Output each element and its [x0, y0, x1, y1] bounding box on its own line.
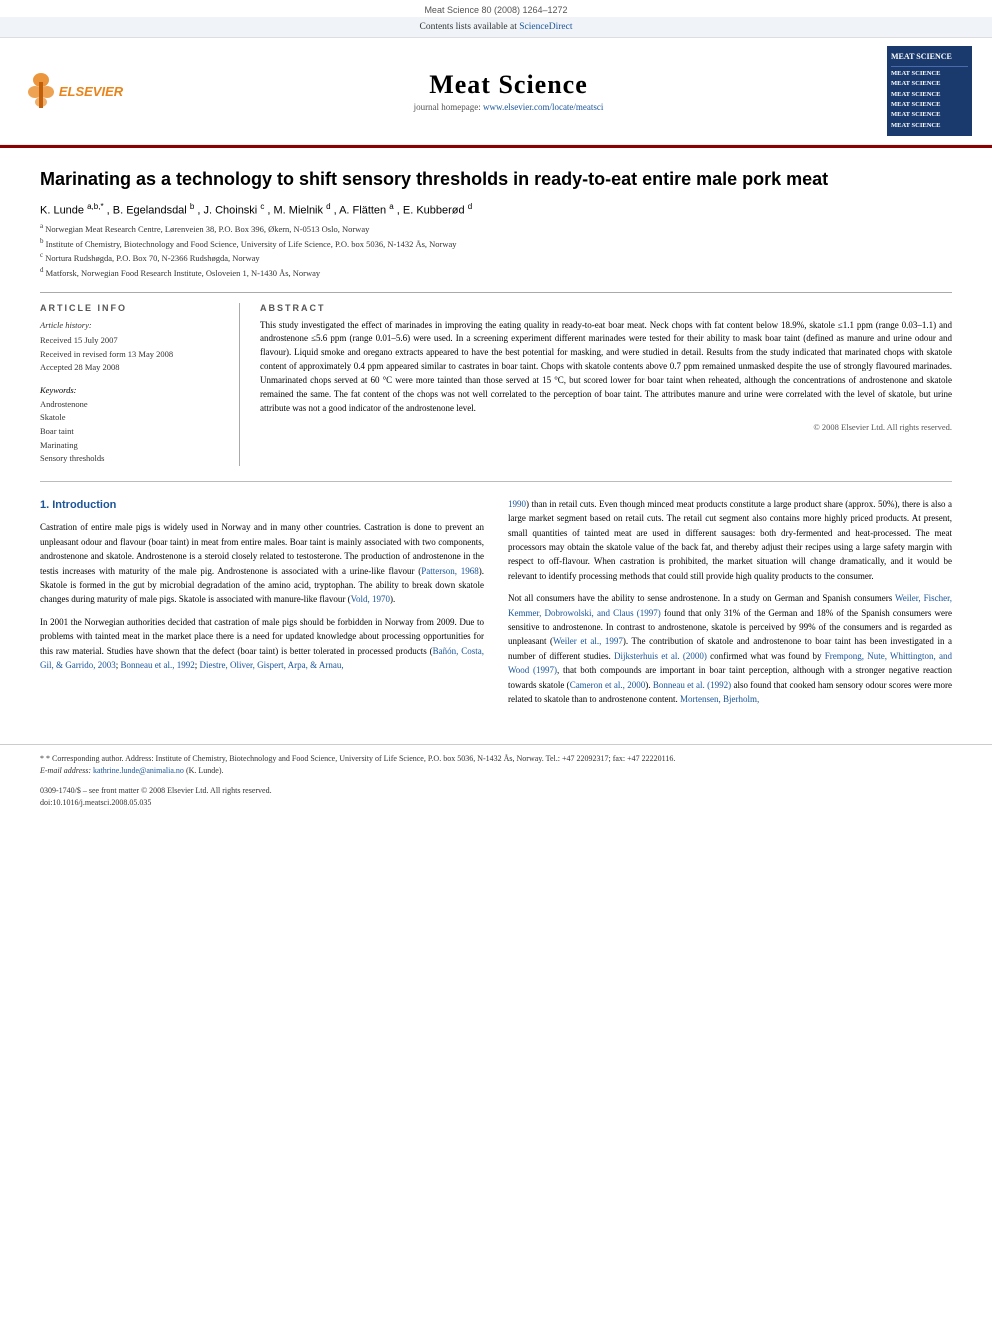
ref-patterson[interactable]: Patterson, 1968	[421, 566, 479, 576]
author-mielnik: M. Mielnik	[274, 204, 327, 216]
logo-repeat-5: MEAT SCIENCE	[891, 111, 940, 118]
author-choinski: J. Choinski	[203, 204, 260, 216]
abstract-label: ABSTRACT	[260, 303, 952, 313]
author-sup-a: a,b,*	[87, 202, 103, 211]
ref-mortensen[interactable]: Mortensen, Bjerholm,	[680, 694, 759, 704]
history-label: Article history:	[40, 319, 224, 333]
ref-1990[interactable]: 1990	[508, 499, 526, 509]
author-egelandsdal: B. Egelandsdal	[113, 204, 190, 216]
elsevier-logo-area: ELSEVIER	[20, 72, 130, 110]
intro-section-title: 1. Introduction	[40, 497, 484, 515]
keyword-skatole: Skatole	[40, 411, 224, 425]
logo-title: MEAT SCIENCE	[891, 51, 968, 67]
keywords-label: Keywords:	[40, 385, 224, 396]
footnote-email-line: E-mail address: kathrine.lunde@animalia.…	[40, 765, 952, 777]
email-label: E-mail address:	[40, 766, 91, 775]
info-abstract-section: ARTICLE INFO Article history: Received 1…	[40, 292, 952, 466]
copyright: © 2008 Elsevier Ltd. All rights reserved…	[260, 422, 952, 432]
footer-spacer	[40, 777, 952, 785]
body-col-right: 1990) than in retail cuts. Even though m…	[508, 497, 952, 714]
intro-col2-para2: Not all consumers have the ability to se…	[508, 591, 952, 706]
homepage-label: journal homepage:	[414, 102, 481, 112]
article-title: Marinating as a technology to shift sens…	[40, 168, 952, 191]
journal-meta: Meat Science 80 (2008) 1264–1272	[424, 5, 567, 15]
journal-homepage-line: journal homepage: www.elsevier.com/locat…	[130, 102, 887, 112]
elsevier-tree-icon	[27, 72, 55, 110]
author-sup-b: b	[190, 202, 194, 211]
doi-line: doi:10.1016/j.meatsci.2008.05.035	[40, 797, 952, 809]
abstract-col: ABSTRACT This study investigated the eff…	[260, 303, 952, 466]
article-info-col: ARTICLE INFO Article history: Received 1…	[40, 303, 240, 466]
keywords-section: Keywords: Androstenone Skatole Boar tain…	[40, 385, 224, 466]
logo-repeat-1: MEAT SCIENCE	[891, 70, 940, 77]
author-sup-e: a	[389, 202, 393, 211]
accepted-date: Accepted 28 May 2008	[40, 361, 224, 375]
article-info-label: ARTICLE INFO	[40, 303, 224, 313]
article-content: Marinating as a technology to shift sens…	[0, 148, 992, 734]
keyword-androstenone: Androstenone	[40, 398, 224, 412]
article-authors: K. Lunde a,b,* , B. Egelandsdal b , J. C…	[40, 202, 952, 217]
author-lunde: K. Lunde	[40, 204, 87, 216]
ref-frempong[interactable]: Frempong, Nute, Whitting­ton, and Wood (…	[508, 651, 952, 675]
author-sup-d: d	[326, 202, 330, 211]
received-revised-date: Received in revised form 13 May 2008	[40, 348, 224, 362]
body-content: 1. Introduction Castration of entire mal…	[40, 497, 952, 714]
article-history: Article history: Received 15 July 2007 R…	[40, 319, 224, 375]
author-flatten: A. Flätten	[339, 204, 389, 216]
abstract-text: This study investigated the effect of ma…	[260, 319, 952, 417]
ref-bonneau1992[interactable]: Bonneau et al., 1992	[121, 660, 195, 670]
logo-repeat-2: MEAT SCIENCE	[891, 80, 940, 87]
author-sup-c: c	[260, 202, 264, 211]
ref-diestre[interactable]: Diestre, Oliver, Gispert, Arpa, & Arnau,	[200, 660, 344, 670]
elsevier-name: ELSEVIER	[59, 84, 123, 99]
ref-vold[interactable]: Vold, 1970	[351, 594, 390, 604]
journal-title: Meat Science	[130, 70, 887, 100]
journal-citation: Meat Science 80 (2008) 1264–1272	[0, 0, 992, 17]
keyword-marinating: Marinating	[40, 439, 224, 453]
intro-col2-para1: 1990) than in retail cuts. Even though m…	[508, 497, 952, 583]
keyword-boar-taint: Boar taint	[40, 425, 224, 439]
article-footer: * * Corresponding author. Address: Insti…	[0, 744, 992, 817]
page: Meat Science 80 (2008) 1264–1272 Content…	[0, 0, 992, 1323]
logo-repeat-6: MEAT SCIENCE	[891, 122, 940, 129]
logo-row: ELSEVIER Meat Science journal homepage: …	[0, 38, 992, 145]
meat-science-logo: MEAT SCIENCE MEAT SCIENCE MEAT SCIENCE M…	[887, 46, 972, 136]
journal-header: Contents lists available at ScienceDirec…	[0, 17, 992, 148]
ref-weiler2[interactable]: Weiler et al., 1997	[553, 636, 623, 646]
author-kubberod: E. Kubberød	[403, 204, 468, 216]
affil-a: a Norwegian Meat Research Centre, Lørenv…	[40, 221, 952, 236]
elsevier-brand: ELSEVIER	[20, 72, 130, 110]
issn-line: 0309-1740/$ – see front matter © 2008 El…	[40, 785, 952, 797]
footnote-text: * Corresponding author. Address: Institu…	[46, 754, 675, 763]
received-date: Received 15 July 2007	[40, 334, 224, 348]
contents-label: Contents lists available at	[419, 22, 516, 32]
logo-repeat-4: MEAT SCIENCE	[891, 101, 940, 108]
email-suffix: (K. Lunde).	[186, 766, 224, 775]
email-link[interactable]: kathrine.lunde@animalia.no	[93, 766, 184, 775]
affil-b: b Institute of Chemistry, Biotechnology …	[40, 236, 952, 251]
homepage-url[interactable]: www.elsevier.com/locate/meatsci	[483, 102, 603, 112]
author-sup-f: d	[468, 202, 472, 211]
ref-bonneau2[interactable]: Bonneau et al. (1992)	[653, 680, 731, 690]
keywords-label-text: Keywords:	[40, 385, 77, 395]
ref-weiler[interactable]: Weiler, Fischer, Kemmer, Dobrowolski, an…	[508, 593, 952, 617]
ref-dijksterhuis[interactable]: Dijksterhuis et al. (2000)	[614, 651, 707, 661]
affil-c: c Nortura Rudshøgda, P.O. Box 70, N-2366…	[40, 250, 952, 265]
sciencedirect-link[interactable]: ScienceDirect	[519, 22, 572, 32]
keyword-sensory: Sensory thresholds	[40, 452, 224, 466]
body-col-left: 1. Introduction Castration of entire mal…	[40, 497, 484, 714]
ref-cameron[interactable]: Cameron et al., 2000	[570, 680, 646, 690]
affil-d: d Matforsk, Norwegian Food Research Inst…	[40, 265, 952, 280]
elsevier-icon-text: ELSEVIER	[27, 72, 123, 110]
intro-para1: Castration of entire male pigs is widely…	[40, 520, 484, 606]
intro-para2: In 2001 the Norwegian authorities decide…	[40, 615, 484, 673]
footnote-corresponding: * * Corresponding author. Address: Insti…	[40, 753, 952, 765]
contents-bar: Contents lists available at ScienceDirec…	[0, 17, 992, 38]
section-divider	[40, 481, 952, 482]
journal-name-area: Meat Science journal homepage: www.elsev…	[130, 70, 887, 112]
logo-repeat-3: MEAT SCIENCE	[891, 91, 940, 98]
affiliations-block: a Norwegian Meat Research Centre, Lørenv…	[40, 221, 952, 279]
